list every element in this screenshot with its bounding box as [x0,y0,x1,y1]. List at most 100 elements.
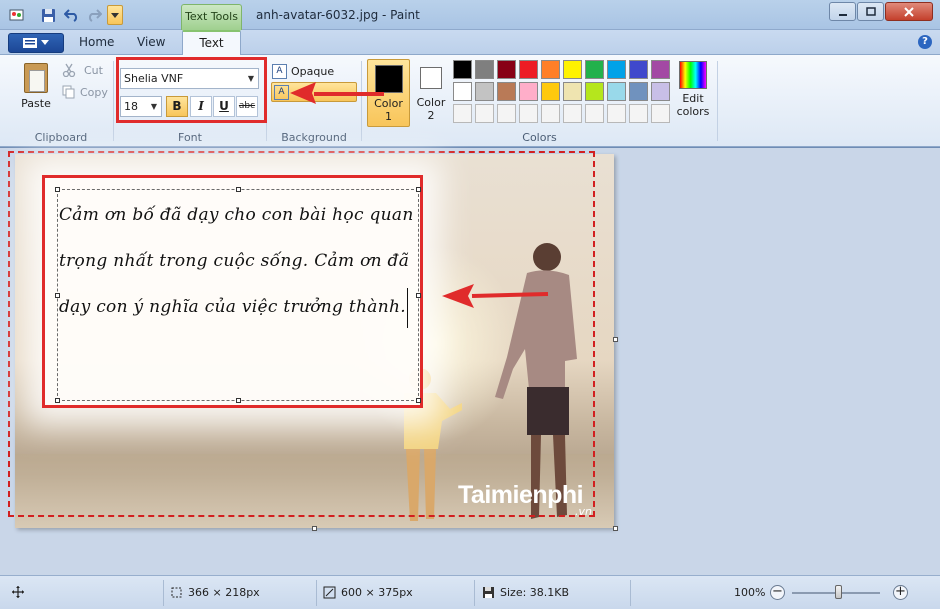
scissors-icon [62,63,76,77]
canvas-resize-handle-corner[interactable] [613,526,618,531]
paste-button[interactable]: Paste [17,61,55,113]
file-size: Size: 38.1KB [482,586,569,599]
palette-swatch-empty[interactable] [541,104,560,123]
palette-swatch[interactable] [541,82,560,101]
color2-label-line1: Color [416,96,446,109]
edit-colors-label-line2: colors [676,105,710,118]
palette-swatch[interactable] [497,60,516,79]
palette-swatch[interactable] [541,60,560,79]
color2-label-line2: 2 [427,109,435,122]
zoom-out-button[interactable]: − [770,585,785,600]
opaque-button[interactable]: A Opaque [272,62,334,80]
paste-label: Paste [21,97,51,110]
undo-icon[interactable] [64,7,80,23]
copy-icon [62,85,75,99]
palette-swatch[interactable] [585,60,604,79]
selection-size: 366 × 218px [170,586,260,599]
ribbon-tab-row: Home View Text ? [0,30,940,56]
minimize-button[interactable] [829,2,856,21]
status-divider [163,580,164,606]
palette-swatch[interactable] [563,82,582,101]
maximize-button[interactable] [857,2,884,21]
file-size-text: Size: 38.1KB [500,586,570,599]
palette-swatch[interactable] [607,60,626,79]
save-icon[interactable] [40,7,56,23]
palette-swatch[interactable] [497,82,516,101]
colors-group-label: Colors [522,131,557,144]
close-button[interactable] [885,2,933,21]
copy-button[interactable]: Copy [62,84,108,100]
palette-swatch-empty[interactable] [629,104,648,123]
text-line: trọng nhất trong cuộc sống. Cảm ơn đã [59,238,421,284]
palette-swatch-empty[interactable] [563,104,582,123]
tab-view[interactable]: View [137,35,165,49]
canvas-area[interactable]: Taimienphi .vn Cảm ơn bố đã dạy cho con … [0,148,940,575]
palette-swatch[interactable] [519,60,538,79]
cut-button[interactable]: Cut [62,62,103,78]
palette-swatch[interactable] [475,82,494,101]
copy-label: Copy [80,85,108,99]
palette-swatch[interactable] [607,82,626,101]
title-bar: Text Tools anh-avatar-6032.jpg - Paint [0,0,940,30]
status-divider [474,580,475,606]
disk-icon [483,587,494,598]
text-box-content[interactable]: Cảm ơn bố đã dạy cho con bài học quan tr… [59,192,421,330]
palette-swatch[interactable] [453,82,472,101]
palette-swatch-empty[interactable] [585,104,604,123]
palette-swatch-empty[interactable] [475,104,494,123]
palette-swatch[interactable] [475,60,494,79]
help-icon[interactable]: ? [918,35,932,49]
tab-home[interactable]: Home [79,35,114,49]
edit-colors-button[interactable]: Edit colors [676,61,710,118]
palette-swatch-empty[interactable] [651,104,670,123]
palette-swatch[interactable] [519,82,538,101]
palette-swatch[interactable] [563,60,582,79]
paint-app-icon[interactable] [9,7,25,23]
palette-swatch-empty[interactable] [497,104,516,123]
move-cursor-icon [12,586,24,598]
ribbon: Paste Cut Copy Clipboard Shelia VNF ▼ 18… [0,55,940,147]
background-group-label: Background [281,131,347,144]
palette-swatch-empty[interactable] [607,104,626,123]
opaque-label: Opaque [291,64,335,78]
palette-swatch[interactable] [629,82,648,101]
color1-label-line2: 1 [385,110,392,123]
text-box-handle[interactable] [236,398,241,403]
chevron-down-icon [41,40,49,45]
image-size: 600 × 375px [323,586,413,599]
customize-qat-dropdown-icon[interactable] [107,5,123,25]
palette-swatch-empty[interactable] [453,104,472,123]
tab-text[interactable]: Text [182,30,241,56]
palette-swatch[interactable] [651,82,670,101]
annotation-arrow-icon [290,82,384,104]
selection-size-text: 366 × 218px [188,586,260,599]
text-caret [406,287,408,328]
font-highlight-box [116,57,267,123]
palette-swatch[interactable] [453,60,472,79]
color2-button[interactable]: Color 2 [413,59,449,127]
status-divider [316,580,317,606]
status-divider [630,580,631,606]
palette-swatch[interactable] [651,60,670,79]
canvas-resize-handle-bottom[interactable] [312,526,317,531]
zoom-in-button[interactable]: + [893,585,908,600]
selection-icon [171,587,182,598]
paint-menu-button[interactable] [8,33,64,53]
palette-swatch[interactable] [585,82,604,101]
canvas-resize-handle-right[interactable] [613,337,618,342]
palette-swatch-empty[interactable] [519,104,538,123]
clipboard-icon [24,63,48,93]
edit-colors-label-line1: Edit [682,92,704,105]
text-box-handle[interactable] [416,398,421,403]
window-title: anh-avatar-6032.jpg - Paint [256,8,420,22]
menu-icon [23,38,37,48]
text-tools-context-tab: Text Tools [181,4,242,30]
image-size-text: 600 × 375px [341,586,413,599]
text-line-3: dạy con ý nghĩa của việc trưởng thành. [59,297,406,317]
redo-icon[interactable] [86,7,102,23]
palette-swatch[interactable] [629,60,648,79]
text-box-handle[interactable] [55,398,60,403]
text-box-highlight[interactable]: Cảm ơn bố đã dạy cho con bài học quan tr… [42,175,423,408]
text-line: dạy con ý nghĩa của việc trưởng thành. [59,284,421,330]
zoom-slider-thumb[interactable] [835,585,842,599]
